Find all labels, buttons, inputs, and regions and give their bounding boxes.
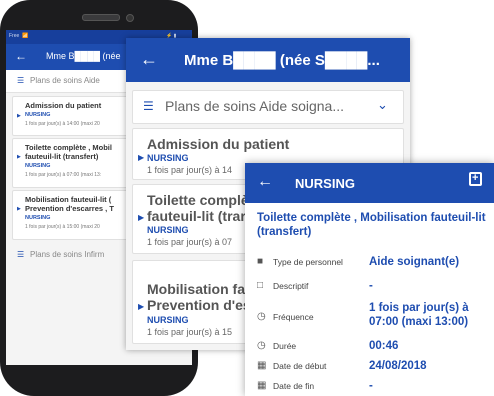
expand-arrow-icon: ▶ [17,154,21,160]
card-frequency: 1 fois par jour(s) à 07:00 (maxi 13: [25,172,102,178]
detail-row-duree: ◷ Durée 00:46 [245,339,494,359]
detail-title: NURSING [295,176,355,191]
section-dropdown[interactable]: ☰ Plans de soins Aide soigna... ⌄ [132,90,404,124]
list-icon: ☰ [17,250,25,259]
back-arrow-icon[interactable]: ← [257,173,273,191]
row-value: 24/08/2018 [369,360,427,372]
card-frequency: 1 fois par jour(s) à 14 [147,165,233,175]
patient-name-title: Mme B████ (née [46,51,121,61]
card-frequency: 1 fois par jour(s) à 15:00 (maxi 20 [25,224,100,230]
expand-arrow-icon: ▶ [138,213,145,222]
list-icon: ☰ [17,76,25,85]
card-title: Admission du patient [25,101,102,110]
card-title: Mobilisation fauteuil-lit ( [25,195,112,204]
detail-app-bar: ← NURSING [245,163,494,203]
card-title: Toilette complète , Mobil [25,143,112,152]
calendar-icon: ▦ [257,360,267,371]
list-icon: ☰ [143,99,154,113]
back-arrow-icon[interactable]: ← [15,49,27,63]
row-label: Durée [273,341,297,351]
section-label: Plans de soins Aide [30,76,100,85]
detail-row-personnel: ■ Type de personnel Aide soignant(e) [245,255,494,275]
patient-name-title: Mme B████ (née S████... [184,52,380,69]
calendar-icon: ▦ [257,380,267,391]
row-label: Date de fin [273,381,315,391]
card-tag: NURSING [25,112,51,118]
carrier-label: Free [9,33,20,39]
card-tag: NURSING [147,315,189,325]
row-value: 1 fois par jour(s) à 07:00 (maxi 13:00) [369,302,469,328]
card-title-line2: Prevention d'escarres , T [25,204,114,213]
expand-arrow-icon: ▶ [17,206,21,212]
row-label: Type de personnel [273,257,343,267]
care-title: Toilette complète , Mobilisation fauteui… [257,212,486,238]
section-label: Plans de soins Infirm [30,250,105,259]
chevron-down-icon[interactable]: ⌄ [377,97,388,113]
section-label: Plans de soins Aide soigna... [165,98,345,114]
tablet-app-bar: ← Mme B████ (née S████... [126,38,410,82]
row-label: Date de début [273,361,327,371]
card-title: Admission du patient [147,136,290,152]
card-frequency: 1 fois par jour(s) à 07 [147,237,233,247]
document-icon: □ [257,280,264,291]
expand-arrow-icon: ▶ [17,113,21,119]
calendar-add-icon[interactable] [469,172,482,186]
card-tag: NURSING [147,225,189,235]
row-label: Descriptif [273,281,309,291]
clock-icon: ◷ [257,311,266,322]
clock-icon: ◷ [257,340,266,351]
card-title-line2: fauteuil-lit (trar [147,208,246,224]
expand-arrow-icon: ▶ [138,302,145,311]
row-value: - [369,280,373,292]
card-tag: NURSING [147,153,189,163]
expand-arrow-icon: ▶ [138,153,145,162]
signal-icon: 📶 [22,33,29,39]
card-frequency: 1 fois par jour(s) à 14:00 (maxi 20 [25,121,100,127]
back-arrow-icon[interactable]: ← [140,49,158,70]
card-title: Toilette complè [147,192,249,208]
card-title-line2: fauteuil-lit (transfert) [25,152,99,161]
person-icon: ■ [257,256,264,267]
detail-panel: ← NURSING Toilette complète , Mobilisati… [245,163,494,396]
row-value: Aide soignant(e) [369,256,460,268]
card-title: Mobilisation fa [147,281,245,297]
card-tag: NURSING [25,163,51,169]
row-value: 00:46 [369,340,399,352]
detail-row-descriptif: □ Descriptif - [245,279,494,299]
row-label: Fréquence [273,312,314,322]
phone-camera [126,14,134,22]
detail-row-frequence: ◷ Fréquence 1 fois par jour(s) à 07:00 (… [245,301,494,337]
phone-speaker [82,14,120,21]
card-frequency: 1 fois par jour(s) à 15 [147,327,233,337]
detail-row-date-debut: ▦ Date de début 24/08/2018 [245,359,494,379]
detail-row-date-fin: ▦ Date de fin - [245,379,494,396]
card-tag: NURSING [25,215,51,221]
row-value: - [369,380,373,392]
card-title-line2: Prevention d'es [147,297,251,313]
